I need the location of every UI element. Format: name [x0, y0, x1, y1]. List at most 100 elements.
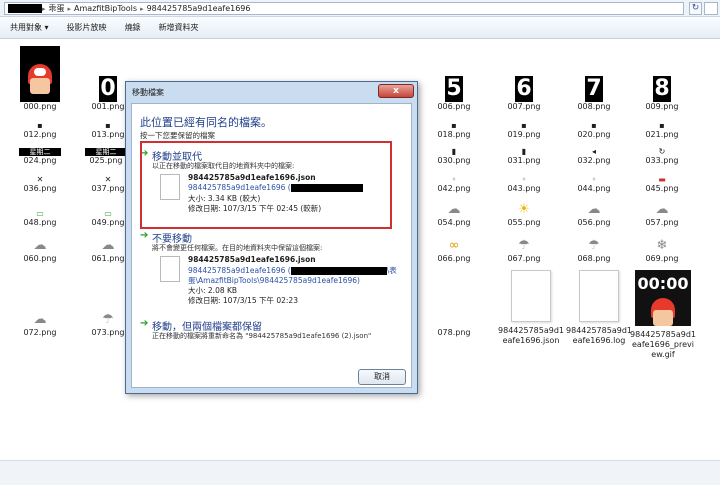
file-label: 008.png	[577, 102, 611, 111]
file-item[interactable]: 078.png	[426, 310, 482, 338]
file-item[interactable]: ▮ 031.png	[496, 146, 552, 166]
file-item-json[interactable]: 984425785a9d1eafe1696.json	[496, 270, 566, 346]
image-icon	[426, 310, 482, 328]
new-folder-button[interactable]: 新增資料夾	[159, 22, 199, 33]
file-item[interactable]: ▪ 019.png	[496, 120, 552, 140]
refresh-icon[interactable]: ↻	[689, 2, 702, 15]
file-item[interactable]: ◂ 032.png	[566, 146, 622, 166]
file-item[interactable]: 8 009.png	[634, 76, 690, 112]
weather-rain-icon: ☂	[518, 237, 530, 253]
share-with-button[interactable]: 共用對象 ▾	[10, 22, 49, 33]
file-label: 043.png	[507, 184, 541, 193]
slideshow-button[interactable]: 投影片放映	[67, 22, 107, 33]
dialog-title: 移動檔案	[132, 87, 164, 97]
file-label: 021.png	[645, 130, 679, 139]
file-item-log[interactable]: 984425785a9d1eafe1696.log	[564, 270, 634, 346]
image-icon: ▮	[451, 146, 457, 156]
close-button[interactable]: x	[378, 84, 414, 98]
file-label: 056.png	[577, 218, 611, 227]
file-item-gif[interactable]: 00:00 984425785a9d1eafe1696_preview.gif	[630, 270, 696, 360]
weather-cloud-icon: ☁	[33, 237, 47, 253]
move-keep-both-option[interactable]: ➔ 移動，但兩個檔案都保留 正在移動的檔案將重新命名為 "984425785a9…	[140, 318, 404, 348]
file-item[interactable]: ▪ 012.png	[12, 120, 68, 140]
file-item[interactable]: 7 008.png	[566, 76, 622, 112]
file-item[interactable]: ☁ 072.png	[12, 310, 68, 338]
file-item[interactable]: ◦ 043.png	[496, 174, 552, 194]
search-box[interactable]	[704, 2, 718, 15]
file-path-text: 984425785a9d1eafe1696 (	[188, 266, 291, 275]
file-item[interactable]: ∞ 066.png	[426, 236, 482, 264]
file-item[interactable]: ☁ 056.png	[566, 200, 622, 228]
file-item[interactable]: 星期二 024.png	[10, 148, 70, 166]
mario-icon	[20, 46, 60, 102]
text-document-icon	[579, 270, 619, 322]
file-label: 984425785a9d1eafe1696_preview.gif	[630, 330, 696, 359]
file-item[interactable]: ☂ 068.png	[566, 236, 622, 264]
file-item[interactable]: ☁ 060.png	[12, 236, 68, 264]
chevron-right-icon: ▸	[67, 4, 72, 13]
file-item[interactable]: ▪ 020.png	[566, 120, 622, 140]
weather-snow-icon: ❄	[656, 237, 668, 253]
status-bar	[0, 460, 720, 485]
dialog-titlebar: 移動檔案	[126, 82, 417, 102]
highlight-box	[140, 141, 392, 229]
address-bar: ▸ 乖蛋 ▸ AmazfitBipTools ▸ 984425785a9d1ea…	[0, 0, 720, 17]
file-item[interactable]: ❄ 069.png	[634, 236, 690, 264]
weather-cloud-icon: ☁	[655, 201, 669, 217]
burn-button[interactable]: 燒錄	[125, 22, 141, 33]
file-label: 066.png	[437, 254, 471, 263]
image-icon: ▮	[521, 146, 527, 156]
dont-move-option[interactable]: ➔ 不要移動 將不會變更任何檔案。在目的地資料夾中保留這個檔案: 9844257…	[140, 230, 404, 310]
cancel-button[interactable]: 取消	[358, 369, 406, 385]
file-item[interactable]: ☀ 055.png	[496, 200, 552, 228]
file-label: 044.png	[577, 184, 611, 193]
digit-icon: 7	[585, 76, 603, 102]
address-box[interactable]: ▸ 乖蛋 ▸ AmazfitBipTools ▸ 984425785a9d1ea…	[4, 2, 684, 15]
file-item[interactable]: ☂ 067.png	[496, 236, 552, 264]
redacted-crumb	[8, 4, 42, 13]
file-item[interactable]: 000.png	[12, 46, 68, 112]
file-item[interactable]: ☁ 054.png	[426, 200, 482, 228]
digit-icon: 5	[445, 76, 463, 102]
file-item[interactable]: ▪ 021.png	[634, 120, 690, 140]
image-icon: ◦	[451, 174, 457, 184]
file-label: 068.png	[577, 254, 611, 263]
file-item[interactable]: 6 007.png	[496, 76, 552, 112]
document-icon	[160, 256, 180, 282]
image-icon: ▪	[521, 120, 527, 130]
image-icon: ◦	[591, 174, 597, 184]
breadcrumb-crumb-1[interactable]: AmazfitBipTools	[74, 4, 137, 13]
file-item[interactable]: ↻ 033.png	[634, 146, 690, 166]
file-item[interactable]: ▭ 048.png	[12, 208, 68, 228]
breadcrumb-crumb-0[interactable]: 乖蛋	[49, 3, 65, 14]
file-label: 057.png	[645, 218, 679, 227]
file-item[interactable]: 5 006.png	[426, 76, 482, 112]
file-item[interactable]: ◦ 044.png	[566, 174, 622, 194]
preview-clock-text: 00:00	[637, 274, 689, 293]
image-icon: ✕	[36, 174, 44, 184]
weather-sun-icon: ☀	[518, 201, 530, 217]
file-label: 006.png	[437, 102, 471, 111]
file-label: 072.png	[23, 328, 57, 337]
breadcrumb-crumb-2[interactable]: 984425785a9d1eafe1696	[147, 4, 251, 13]
image-icon: ▪	[451, 120, 457, 130]
file-item[interactable]: ◦ 042.png	[426, 174, 482, 194]
image-icon: ▪	[37, 120, 43, 130]
file-label: 018.png	[437, 130, 471, 139]
file-label: 007.png	[507, 102, 541, 111]
file-label: 984425785a9d1eafe1696.log	[566, 326, 632, 345]
file-item[interactable]: ▮ 030.png	[426, 146, 482, 166]
file-item[interactable]: ▬ 045.png	[634, 174, 690, 194]
file-item[interactable]: ▪ 018.png	[426, 120, 482, 140]
file-label: 019.png	[507, 130, 541, 139]
file-label: 055.png	[507, 218, 541, 227]
image-icon: ↻	[658, 146, 666, 156]
option-desc: 將不會變更任何檔案。在目的地資料夾中保留這個檔案:	[152, 244, 323, 252]
file-label: 009.png	[645, 102, 679, 111]
digit-icon: 8	[653, 76, 671, 102]
file-label: 054.png	[437, 218, 471, 227]
weekday-bar-icon: 星期二	[19, 148, 61, 156]
file-label: 036.png	[23, 184, 57, 193]
file-item[interactable]: ☁ 057.png	[634, 200, 690, 228]
file-item[interactable]: ✕ 036.png	[12, 174, 68, 194]
